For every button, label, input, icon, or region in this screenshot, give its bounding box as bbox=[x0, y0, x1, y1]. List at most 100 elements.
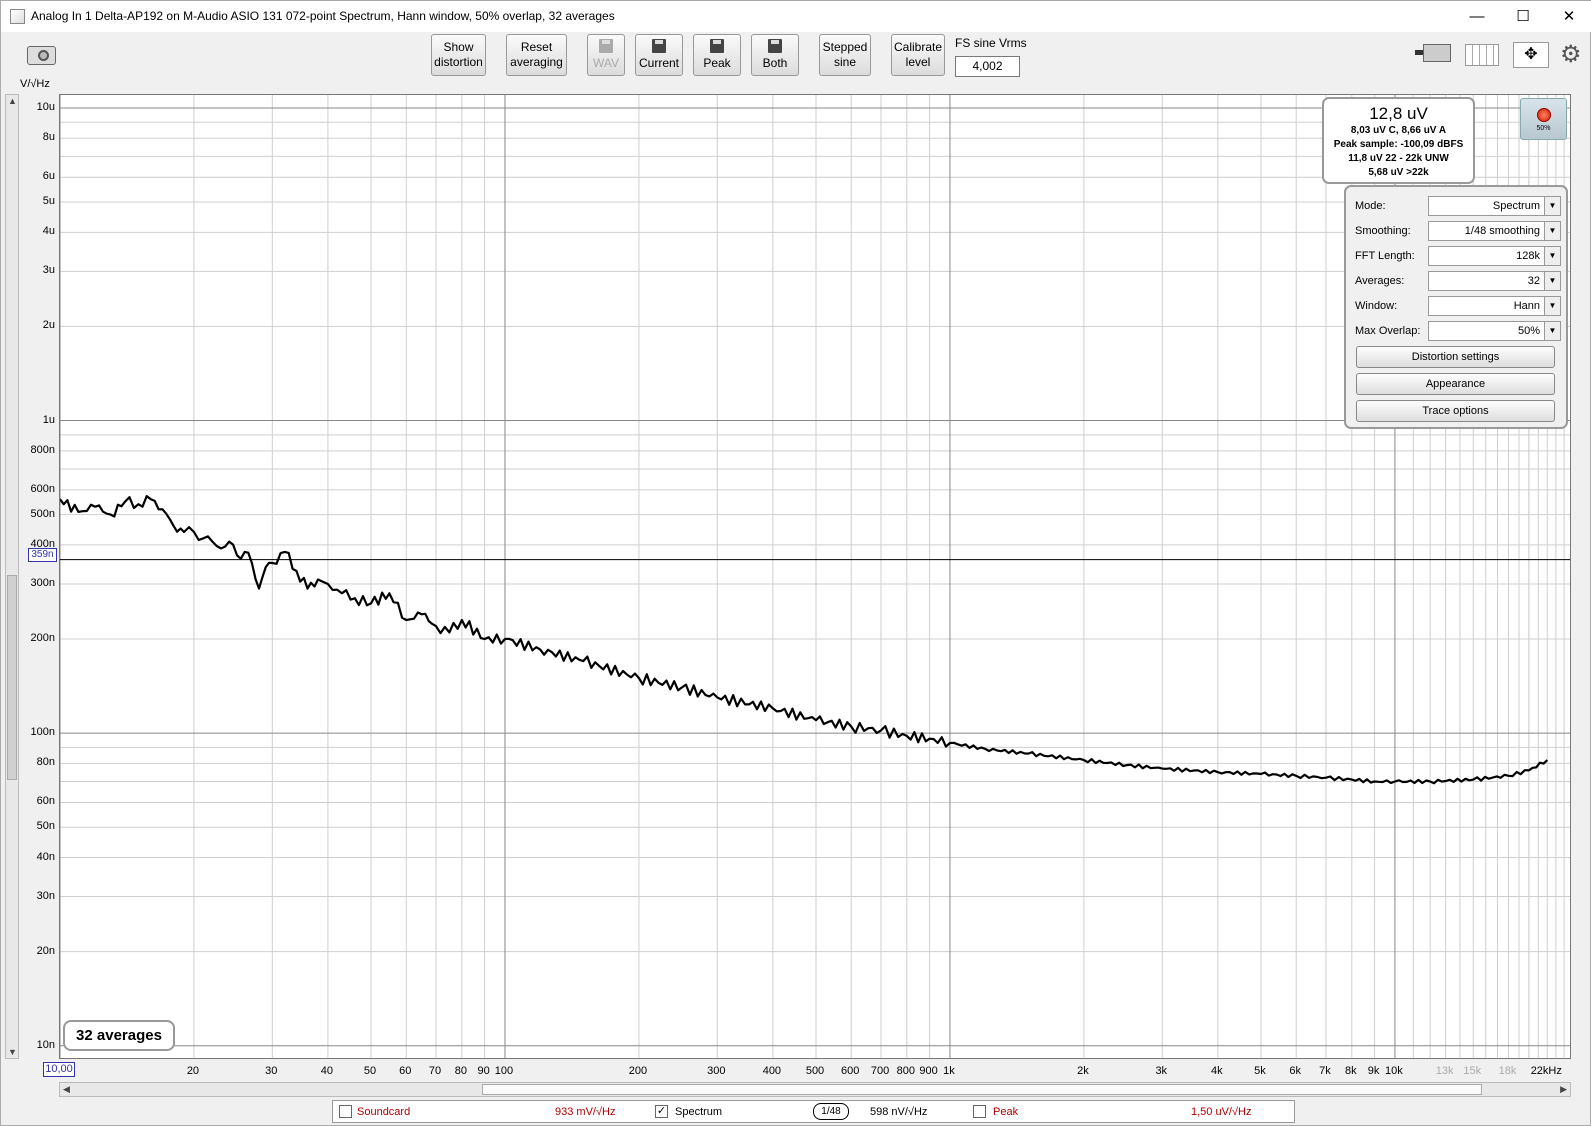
maximize-button[interactable]: ☐ bbox=[1500, 1, 1546, 32]
layout-icon[interactable] bbox=[1415, 42, 1452, 68]
calibrate-level-button[interactable]: Calibrate level bbox=[891, 34, 945, 76]
x-tick-label: 800 bbox=[896, 1065, 916, 1077]
close-button[interactable]: ✕ bbox=[1546, 1, 1591, 32]
fft-length-select[interactable]: 128k ▼ bbox=[1428, 246, 1561, 266]
vertical-scrollbar[interactable]: ▲ ▼ bbox=[5, 94, 19, 1059]
peak-label: Peak bbox=[703, 56, 731, 70]
y-tick-label: 300n bbox=[30, 576, 55, 589]
pan-arrows-icon[interactable]: ✥ bbox=[1513, 42, 1549, 68]
level-readout-panel: 12,8 uV 8,03 uV C, 8,66 uV A Peak sample… bbox=[1322, 97, 1475, 184]
horizontal-scroll-thumb[interactable] bbox=[482, 1084, 1482, 1095]
horizontal-scrollbar[interactable]: ◀ ▶ bbox=[59, 1082, 1571, 1097]
peak-value: 1,50 uV/√Hz bbox=[1191, 1106, 1252, 1118]
y-cursor-marker[interactable]: 359n bbox=[28, 548, 57, 562]
x-tick-label: 2k bbox=[1077, 1065, 1089, 1077]
reset-averaging-button[interactable]: Reset averaging bbox=[506, 34, 567, 76]
smoothing-row: Smoothing: 1/48 smoothing ▼ bbox=[1355, 220, 1561, 242]
y-tick-label: 60n bbox=[36, 795, 55, 808]
y-tick-label: 40n bbox=[36, 850, 55, 863]
x-tick-label: 1k bbox=[943, 1065, 955, 1077]
save-both-button[interactable]: Both bbox=[751, 34, 799, 76]
averages-value: 32 bbox=[1527, 275, 1540, 287]
gear-icon[interactable]: ⚙ bbox=[1560, 42, 1584, 68]
x-tick-label: 900 bbox=[919, 1065, 938, 1077]
spectrum-checkbox[interactable]: ✓ bbox=[655, 1105, 668, 1118]
y-tick-label: 1u bbox=[42, 413, 55, 426]
max-overlap-label: Max Overlap: bbox=[1355, 325, 1421, 337]
save-peak-button[interactable]: Peak bbox=[693, 34, 741, 76]
x-tick-label: 50 bbox=[363, 1065, 377, 1077]
stepped-sine-button[interactable]: Stepped sine bbox=[819, 34, 871, 76]
record-button[interactable]: 50% bbox=[1520, 98, 1567, 140]
x-tick-label: 20 bbox=[186, 1065, 200, 1077]
x-tick-label: 80 bbox=[454, 1065, 467, 1077]
calibrate-level-label: Calibrate level bbox=[893, 40, 943, 69]
y-tick-label: 600n bbox=[30, 482, 55, 495]
show-distortion-label: Show distortion bbox=[434, 40, 483, 69]
soundcard-checkbox[interactable] bbox=[339, 1105, 352, 1118]
fs-sine-input[interactable]: 4,002 bbox=[955, 56, 1020, 77]
record-dot-icon bbox=[1537, 108, 1551, 122]
x-tick-label: 60 bbox=[399, 1065, 412, 1077]
fft-length-row: FFT Length: 128k ▼ bbox=[1355, 245, 1561, 267]
peak-checkbox[interactable] bbox=[973, 1105, 986, 1118]
columns-icon[interactable] bbox=[1465, 42, 1501, 68]
window-label: Window: bbox=[1355, 300, 1398, 312]
title-bar: Analog In 1 Delta-AP192 on M-Audio ASIO … bbox=[1, 1, 1591, 32]
wav-button[interactable]: WAV bbox=[587, 34, 625, 76]
window-select[interactable]: Hann ▼ bbox=[1428, 296, 1561, 316]
smoothing-value: 1/48 smoothing bbox=[1464, 225, 1540, 237]
chevron-down-icon: ▼ bbox=[1544, 247, 1560, 265]
show-distortion-button[interactable]: Show distortion bbox=[431, 34, 486, 76]
max-overlap-select[interactable]: 50% ▼ bbox=[1428, 321, 1561, 341]
x-tick-label: 100 bbox=[494, 1065, 514, 1077]
x-tick-label: 400 bbox=[762, 1065, 782, 1077]
mode-row: Mode: Spectrum ▼ bbox=[1355, 195, 1561, 217]
smoothing-select[interactable]: 1/48 smoothing ▼ bbox=[1428, 221, 1561, 241]
readout-peak-sample: Peak sample: -100,09 dBFS bbox=[1333, 139, 1464, 150]
averages-select[interactable]: 32 ▼ bbox=[1428, 271, 1561, 291]
current-label: Current bbox=[638, 56, 679, 70]
save-current-button[interactable]: Current bbox=[635, 34, 683, 76]
x-tick-label: 700 bbox=[870, 1065, 890, 1077]
x-tick-label: 22kHz bbox=[1530, 1065, 1562, 1077]
vertical-scroll-thumb[interactable] bbox=[7, 575, 17, 780]
y-tick-label: 200n bbox=[30, 632, 55, 644]
scroll-up-arrow-icon[interactable]: ▲ bbox=[8, 96, 17, 106]
window-title: Analog In 1 Delta-AP192 on M-Audio ASIO … bbox=[31, 9, 615, 23]
chevron-down-icon: ▼ bbox=[1544, 222, 1560, 240]
save-disk-icon bbox=[652, 39, 666, 53]
java-app-icon bbox=[10, 9, 25, 24]
x-cursor-marker[interactable]: 10,00 bbox=[43, 1062, 75, 1077]
smoothing-badge[interactable]: 1/48 bbox=[813, 1103, 849, 1120]
trace-options-button[interactable]: Trace options bbox=[1356, 400, 1555, 422]
x-tick-label: 70 bbox=[428, 1065, 442, 1077]
scroll-right-arrow-icon[interactable]: ▶ bbox=[1560, 1084, 1567, 1095]
x-tick-label: 10k bbox=[1385, 1065, 1403, 1077]
distortion-settings-button[interactable]: Distortion settings bbox=[1356, 346, 1555, 368]
mode-select[interactable]: Spectrum ▼ bbox=[1428, 196, 1561, 216]
x-tick-label: 600 bbox=[841, 1065, 860, 1077]
scroll-down-arrow-icon[interactable]: ▼ bbox=[8, 1047, 17, 1057]
fft-length-label: FFT Length: bbox=[1355, 250, 1415, 262]
averages-label: Averages: bbox=[1355, 275, 1405, 287]
readout-main-level: 12,8 uV bbox=[1369, 104, 1428, 123]
max-overlap-row: Max Overlap: 50% ▼ bbox=[1355, 320, 1561, 342]
x-tick-label: 500 bbox=[805, 1065, 825, 1077]
appearance-button[interactable]: Appearance bbox=[1356, 373, 1555, 395]
chevron-down-icon: ▼ bbox=[1544, 297, 1560, 315]
camera-icon[interactable] bbox=[27, 46, 56, 65]
readout-weighted: 8,03 uV C, 8,66 uV A bbox=[1350, 125, 1447, 136]
readout-above-22k: 5,68 uV >22k bbox=[1368, 167, 1429, 178]
window-value: Hann bbox=[1513, 300, 1540, 312]
y-tick-label: 10n bbox=[36, 1038, 55, 1051]
x-tick-label: 90 bbox=[477, 1065, 490, 1077]
save-disk-icon bbox=[768, 39, 782, 53]
chevron-down-icon: ▼ bbox=[1544, 197, 1560, 215]
scroll-left-arrow-icon[interactable]: ◀ bbox=[63, 1084, 70, 1095]
minimize-button[interactable]: — bbox=[1454, 1, 1500, 32]
spectrum-label: Spectrum bbox=[675, 1106, 723, 1118]
wav-label: WAV bbox=[593, 56, 619, 70]
record-overlap-pct: 50% bbox=[1536, 125, 1551, 132]
y-axis-unit: V/√Hz bbox=[20, 78, 50, 90]
